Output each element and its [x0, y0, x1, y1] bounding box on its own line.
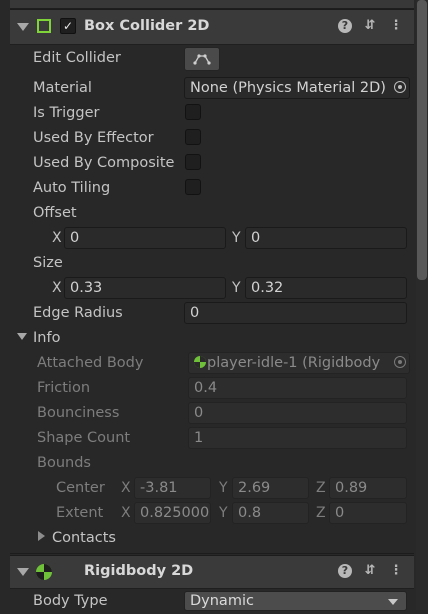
box-collider-header[interactable]: ✓ Box Collider 2D ? ⇵ ⋮	[10, 9, 414, 45]
size-x-axis-label[interactable]: X	[52, 277, 62, 299]
offset-x-axis-label[interactable]: X	[52, 227, 62, 249]
info-label[interactable]: Info	[33, 326, 60, 351]
offset-y-axis-label[interactable]: Y	[232, 227, 241, 249]
attached-body-value: player-idle-1 (Rigidbody	[207, 355, 381, 371]
object-picker-icon	[394, 356, 406, 368]
edit-collider-icon	[193, 54, 211, 65]
extent-y-axis-label: Y	[219, 505, 228, 521]
rigidbody-icon	[36, 564, 52, 580]
size-label: Size	[33, 255, 63, 271]
offset-label: Offset	[33, 205, 77, 221]
center-z-axis-label: Z	[316, 480, 326, 496]
center-x-field: -3.81	[134, 477, 211, 499]
center-label: Center	[56, 480, 105, 496]
component-separator	[10, 553, 414, 554]
extent-y-field: 0.8	[232, 502, 309, 524]
rigidbody-icon	[194, 356, 206, 368]
body-type-dropdown[interactable]: Dynamic	[184, 591, 407, 611]
extent-label: Extent	[56, 505, 104, 521]
extent-x-field: 0.825000	[134, 502, 211, 524]
body-type-label: Body Type	[33, 593, 108, 609]
friction-label: Friction	[37, 380, 91, 396]
more-icon[interactable]: ⋮	[388, 18, 404, 34]
used-by-effector-checkbox[interactable]	[185, 129, 201, 145]
preset-icon[interactable]: ⇵	[362, 563, 378, 579]
offset-x-field[interactable]: 0	[64, 227, 226, 249]
attached-body-field: player-idle-1 (Rigidbody	[188, 352, 410, 374]
box-collider-icon	[37, 19, 51, 33]
help-icon[interactable]: ?	[338, 19, 352, 33]
material-value: None (Physics Material 2D)	[190, 80, 386, 96]
fold-arrow-icon[interactable]	[17, 23, 29, 31]
contacts-fold-icon[interactable]	[38, 531, 45, 541]
extent-z-field: 0	[329, 502, 407, 524]
used-by-composite-checkbox[interactable]	[185, 154, 201, 170]
extent-z-axis-label: Z	[316, 505, 326, 521]
center-y-field: 2.69	[232, 477, 309, 499]
center-x-axis-label: X	[121, 480, 131, 496]
scrollbar-thumb[interactable]	[417, 0, 427, 280]
extent-x-axis-label: X	[121, 505, 131, 521]
chevron-down-icon	[388, 599, 398, 605]
fold-arrow-icon[interactable]	[17, 568, 29, 576]
size-y-axis-label[interactable]: Y	[232, 277, 241, 299]
rigidbody-header[interactable]: Rigidbody 2D ? ⇵ ⋮	[10, 555, 414, 589]
shape-count-label: Shape Count	[37, 430, 131, 446]
edge-radius-field[interactable]: 0	[184, 302, 407, 324]
bounciness-label: Bounciness	[37, 405, 120, 421]
center-y-axis-label: Y	[219, 480, 228, 496]
attached-body-label: Attached Body	[37, 355, 144, 371]
size-y-field[interactable]: 0.32	[245, 277, 407, 299]
edge-radius-label: Edge Radius	[33, 305, 123, 321]
friction-field: 0.4	[188, 377, 407, 399]
auto-tiling-label: Auto Tiling	[33, 180, 111, 196]
bounds-label: Bounds	[37, 455, 91, 471]
is-trigger-label: Is Trigger	[33, 105, 100, 121]
help-icon[interactable]: ?	[338, 564, 352, 578]
preset-icon[interactable]: ⇵	[362, 18, 378, 34]
used-by-effector-label: Used By Effector	[33, 130, 154, 146]
material-field[interactable]: None (Physics Material 2D)	[184, 77, 410, 99]
shape-count-field: 1	[188, 427, 407, 449]
is-trigger-checkbox[interactable]	[185, 104, 201, 120]
component-title: Rigidbody 2D	[84, 563, 194, 579]
info-fold-icon[interactable]	[17, 333, 27, 340]
used-by-composite-label: Used By Composite	[33, 155, 175, 171]
body-type-value: Dynamic	[190, 593, 254, 609]
bounciness-field: 0	[188, 402, 407, 424]
auto-tiling-checkbox[interactable]	[185, 179, 201, 195]
edit-collider-button[interactable]	[184, 47, 220, 71]
object-picker-icon[interactable]	[394, 81, 406, 93]
offset-y-field[interactable]: 0	[245, 227, 407, 249]
material-label: Material	[33, 80, 92, 96]
contacts-label[interactable]: Contacts	[52, 526, 116, 551]
component-title: Box Collider 2D	[84, 18, 210, 34]
size-x-field[interactable]: 0.33	[64, 277, 226, 299]
enabled-checkbox[interactable]: ✓	[60, 18, 76, 34]
edit-collider-label: Edit Collider	[33, 50, 121, 66]
previous-component-strip	[10, 0, 414, 9]
more-icon[interactable]: ⋮	[388, 563, 404, 579]
center-z-field: 0.89	[329, 477, 407, 499]
